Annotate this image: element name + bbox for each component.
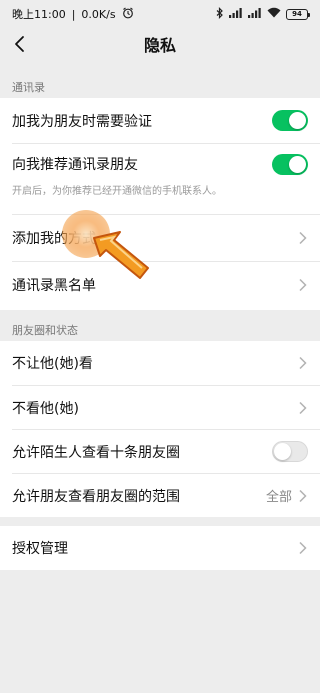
alarm-icon: [122, 7, 134, 22]
chevron-right-icon: [299, 278, 307, 292]
status-time: 晚上11:00: [12, 8, 66, 21]
toggle-knob: [274, 443, 291, 460]
signal-icon-2: [248, 7, 262, 21]
row-label: 允许朋友查看朋友圈的范围: [12, 488, 180, 505]
row-contacts-blacklist[interactable]: 通讯录黑名单: [0, 262, 320, 308]
row-label: 允许陌生人查看十条朋友圈: [12, 444, 180, 461]
chevron-right-icon: [299, 401, 307, 414]
row-label: 不让他(她)看: [12, 356, 93, 372]
row-recommend-contacts: 向我推荐通讯录朋友: [0, 144, 320, 184]
chevron-right-icon: [299, 231, 307, 245]
chevron-right-icon: [299, 356, 307, 370]
nav-bar: 隐私: [0, 28, 320, 60]
back-button[interactable]: [8, 32, 32, 56]
row-authorization-management[interactable]: 授权管理: [0, 526, 320, 570]
row-label: 加我为朋友时需要验证: [12, 113, 152, 130]
row-dont-see[interactable]: 不看他(她): [0, 386, 320, 429]
row-label: 添加我的方式: [12, 231, 96, 247]
moments-group: 不让他(她)看 不看他(她) 允许陌生人查看十条朋友圈 允许朋友查看朋友圈的范围…: [0, 341, 320, 517]
row-label: 不看他(她): [12, 400, 79, 417]
status-bar: 晚上11:00 | 0.0K/s 94: [0, 0, 320, 28]
row-friends-view-range[interactable]: 允许朋友查看朋友圈的范围 全部: [0, 474, 320, 517]
view-range-value: 全部: [265, 490, 292, 505]
toggle-knob: [289, 155, 306, 173]
status-divider: |: [71, 7, 76, 21]
bluetooth-icon: [216, 6, 224, 22]
stranger-ten-posts-toggle[interactable]: [272, 441, 308, 462]
moments-section-header: 朋友圈和状态: [12, 324, 78, 337]
recommend-hint: 开启后，为你推荐已经开通微信的手机联系人。: [12, 186, 222, 197]
auth-group: 授权管理: [0, 526, 320, 570]
network-speed: 0.0K/s: [81, 7, 116, 21]
wifi-icon: [267, 7, 281, 21]
row-label: 向我推荐通讯录朋友: [12, 157, 138, 173]
row-add-me-methods[interactable]: 添加我的方式: [0, 215, 320, 261]
row-label: 授权管理: [12, 541, 68, 557]
row-stranger-ten-posts: 允许陌生人查看十条朋友圈: [0, 430, 320, 473]
status-left: 晚上11:00 | 0.0K/s: [12, 6, 134, 22]
contacts-section-header: 通讯录: [12, 81, 45, 94]
signal-icon: [229, 7, 243, 21]
status-right: 94: [216, 6, 310, 22]
chevron-right-icon: [299, 489, 307, 502]
chevron-right-icon: [299, 541, 307, 555]
page-title: 隐私: [143, 36, 176, 55]
contacts-group: 加我为朋友时需要验证 向我推荐通讯录朋友 开启后，为你推荐已经开通微信的手机联系…: [0, 98, 320, 310]
row-add-verification: 加我为朋友时需要验证: [0, 98, 320, 143]
battery-icon: 94: [286, 8, 310, 20]
verification-toggle[interactable]: [272, 110, 308, 131]
toggle-knob: [289, 112, 306, 129]
row-hide-from[interactable]: 不让他(她)看: [0, 341, 320, 385]
row-label: 通讯录黑名单: [12, 278, 96, 294]
battery-level: 94: [292, 10, 302, 18]
back-arrow-icon: [15, 36, 24, 52]
recommend-contacts-toggle[interactable]: [272, 153, 308, 175]
